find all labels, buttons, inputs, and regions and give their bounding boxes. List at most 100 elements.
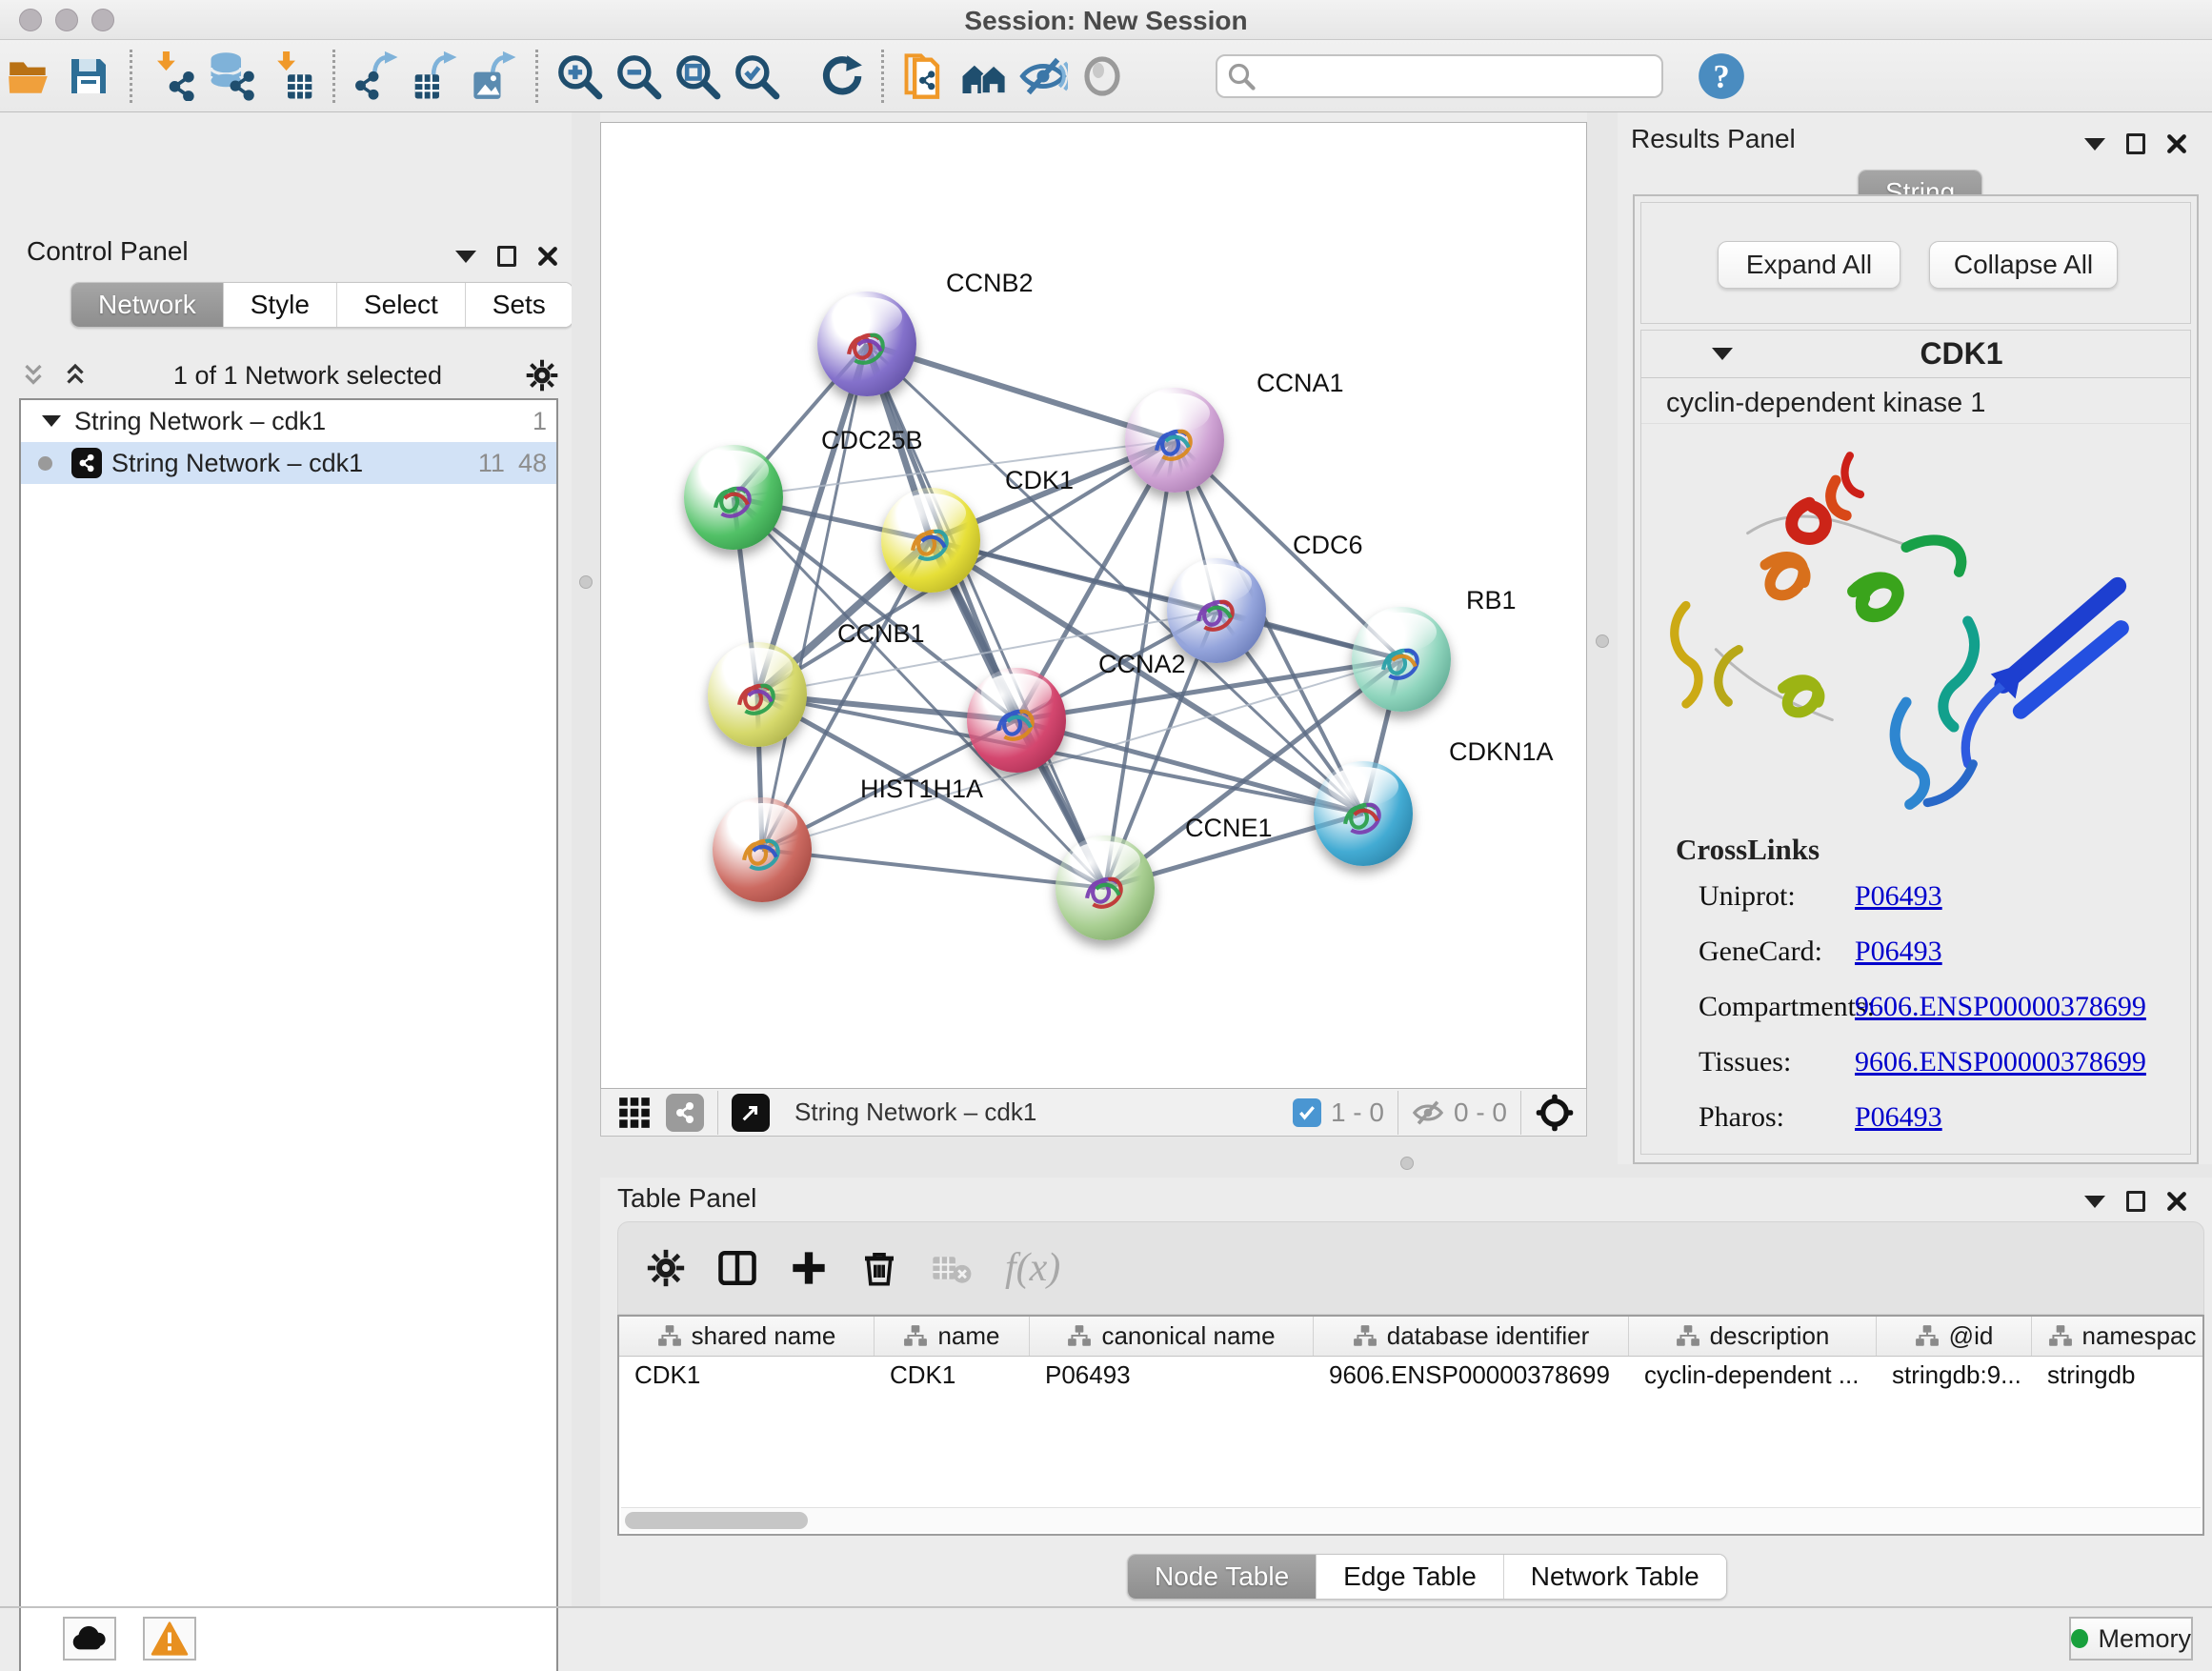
- hscrollbar-thumb[interactable]: [625, 1512, 808, 1529]
- home-button[interactable]: [955, 48, 1014, 105]
- refresh-view-button[interactable]: [811, 48, 870, 105]
- close-panel-icon[interactable]: [2166, 133, 2187, 154]
- node-rb1[interactable]: [1352, 607, 1451, 712]
- crosslink-link[interactable]: 9606.ENSP00000378699: [1855, 1046, 2146, 1077]
- crosslinks-section: CrossLinks Uniprot:P06493GeneCard:P06493…: [1641, 825, 2190, 1157]
- zoom-out-button[interactable]: [609, 48, 668, 105]
- tab-style[interactable]: Style: [224, 283, 337, 327]
- section-collapse-icon[interactable]: [1712, 348, 1733, 360]
- column-header-namespac[interactable]: namespac: [2032, 1317, 2204, 1356]
- float-panel-icon[interactable]: [2126, 1191, 2145, 1212]
- float-panel-icon[interactable]: [497, 246, 516, 267]
- network-row[interactable]: String Network – cdk1 11 48: [21, 442, 556, 484]
- tab-select[interactable]: Select: [337, 283, 466, 327]
- detach-view-button[interactable]: [732, 1094, 770, 1132]
- panel-menu-icon[interactable]: [455, 251, 476, 263]
- node-hist1h1a[interactable]: [713, 797, 812, 902]
- collapse-all-button[interactable]: Collapse All: [1929, 241, 2118, 289]
- hide-selection-button[interactable]: [1014, 48, 1073, 105]
- delete-column-icon[interactable]: [860, 1249, 898, 1287]
- left-splitter[interactable]: [572, 112, 600, 1606]
- network-view-icon[interactable]: [666, 1094, 704, 1132]
- open-session-button[interactable]: [0, 48, 59, 105]
- panel-menu-icon[interactable]: [2084, 1196, 2105, 1208]
- close-panel-icon[interactable]: [2166, 1191, 2187, 1212]
- cloud-button[interactable]: [63, 1617, 116, 1661]
- column-header-database-identifier[interactable]: database identifier: [1314, 1317, 1629, 1356]
- export-table-button[interactable]: [406, 48, 465, 105]
- selected-nodes-checkbox[interactable]: [1293, 1098, 1321, 1127]
- export-network-button[interactable]: [347, 48, 406, 105]
- node-ccna2[interactable]: [967, 668, 1066, 773]
- share-document-button[interactable]: [895, 48, 955, 105]
- search-input[interactable]: [1256, 61, 1637, 91]
- node-cdk1[interactable]: [881, 488, 980, 593]
- node-cdc25b[interactable]: [684, 445, 783, 550]
- protein-section-header[interactable]: CDK1: [1641, 331, 2190, 378]
- tab-network[interactable]: Network: [71, 283, 224, 327]
- crosslink-link[interactable]: P06493: [1855, 880, 1942, 912]
- search-field[interactable]: [1216, 54, 1663, 98]
- zoom-in-button[interactable]: [550, 48, 609, 105]
- cell-name: CDK1: [875, 1357, 1030, 1395]
- column-header-label: database identifier: [1387, 1321, 1589, 1351]
- export-image-button[interactable]: [465, 48, 524, 105]
- network-options-gear-icon[interactable]: [526, 359, 558, 392]
- column-header-description[interactable]: description: [1629, 1317, 1877, 1356]
- float-panel-icon[interactable]: [2126, 133, 2145, 154]
- node-label-hist1h1a: HIST1H1A: [860, 775, 983, 804]
- import-table-button[interactable]: [262, 48, 321, 105]
- node-ccna1[interactable]: [1125, 388, 1224, 493]
- left-splitter-handle[interactable]: [579, 575, 593, 589]
- crosslink-link[interactable]: P06493: [1855, 1101, 1942, 1133]
- birdseye-crosshair-icon[interactable]: [1535, 1093, 1575, 1133]
- edge-CCNB2-HIST1H1A[interactable]: [762, 344, 867, 850]
- tab-edge-table[interactable]: Edge Table: [1317, 1555, 1504, 1599]
- show-columns-icon[interactable]: [717, 1248, 757, 1288]
- edge-CCNA2-CDKN1A[interactable]: [1016, 720, 1363, 814]
- expand-all-chevron-icon[interactable]: [61, 361, 90, 390]
- zoom-selected-button[interactable]: [727, 48, 786, 105]
- column-header-canonical-name[interactable]: canonical name: [1030, 1317, 1314, 1356]
- show-all-button[interactable]: [1073, 48, 1132, 105]
- network-canvas[interactable]: CCNB2CCNA1CDC25BCDK1CDC6RB1CCNB1CCNA2CDK…: [600, 122, 1587, 1089]
- tab-sets[interactable]: Sets: [466, 283, 573, 327]
- create-column-icon[interactable]: [790, 1249, 828, 1287]
- import-network-button[interactable]: [144, 48, 203, 105]
- import-network-from-database-button[interactable]: [203, 48, 262, 105]
- save-session-button[interactable]: [59, 48, 118, 105]
- expand-all-button[interactable]: Expand All: [1718, 241, 1900, 289]
- close-panel-icon[interactable]: [537, 246, 558, 267]
- edge-HIST1H1A-CCNE1[interactable]: [762, 850, 1105, 888]
- collapse-all-chevron-icon[interactable]: [19, 361, 48, 390]
- collection-label: String Network – cdk1: [74, 407, 519, 436]
- column-header-shared-name[interactable]: shared name: [619, 1317, 875, 1356]
- table-hscrollbar[interactable]: [621, 1507, 2201, 1532]
- edge-RB1-HIST1H1A[interactable]: [762, 659, 1401, 850]
- node-ccnb1[interactable]: [708, 642, 807, 747]
- table-options-gear-icon[interactable]: [647, 1249, 685, 1287]
- horizontal-splitter-handle[interactable]: [1400, 1157, 1414, 1170]
- network-collection-row[interactable]: String Network – cdk1 1: [21, 400, 556, 442]
- protein-thumbnail-icon: [724, 663, 792, 735]
- node-cdkn1a[interactable]: [1314, 761, 1413, 866]
- table-row[interactable]: CDK1CDK1P064939606.ENSP00000378699cyclin…: [619, 1357, 2202, 1395]
- memory-button[interactable]: Memory: [2069, 1617, 2193, 1661]
- help-button[interactable]: ?: [1692, 48, 1751, 105]
- column-header-id[interactable]: @id: [1877, 1317, 2032, 1356]
- collection-expand-icon[interactable]: [42, 415, 61, 427]
- right-splitter-handle[interactable]: [1596, 634, 1609, 648]
- tab-node-table[interactable]: Node Table: [1128, 1555, 1317, 1599]
- panel-menu-icon[interactable]: [2084, 138, 2105, 151]
- crosslink-link[interactable]: 9606.ENSP00000378699: [1855, 991, 2146, 1022]
- column-header-name[interactable]: name: [875, 1317, 1030, 1356]
- node-cdc6[interactable]: [1167, 558, 1266, 663]
- zoom-fit-button[interactable]: [668, 48, 727, 105]
- hidden-eye-slash-icon: [1412, 1097, 1444, 1129]
- grid-view-icon[interactable]: [616, 1095, 653, 1131]
- node-ccnb2[interactable]: [817, 292, 916, 396]
- tab-network-table[interactable]: Network Table: [1504, 1555, 1726, 1599]
- node-ccne1[interactable]: [1056, 836, 1155, 940]
- crosslink-link[interactable]: P06493: [1855, 936, 1942, 967]
- warnings-button[interactable]: [143, 1617, 196, 1661]
